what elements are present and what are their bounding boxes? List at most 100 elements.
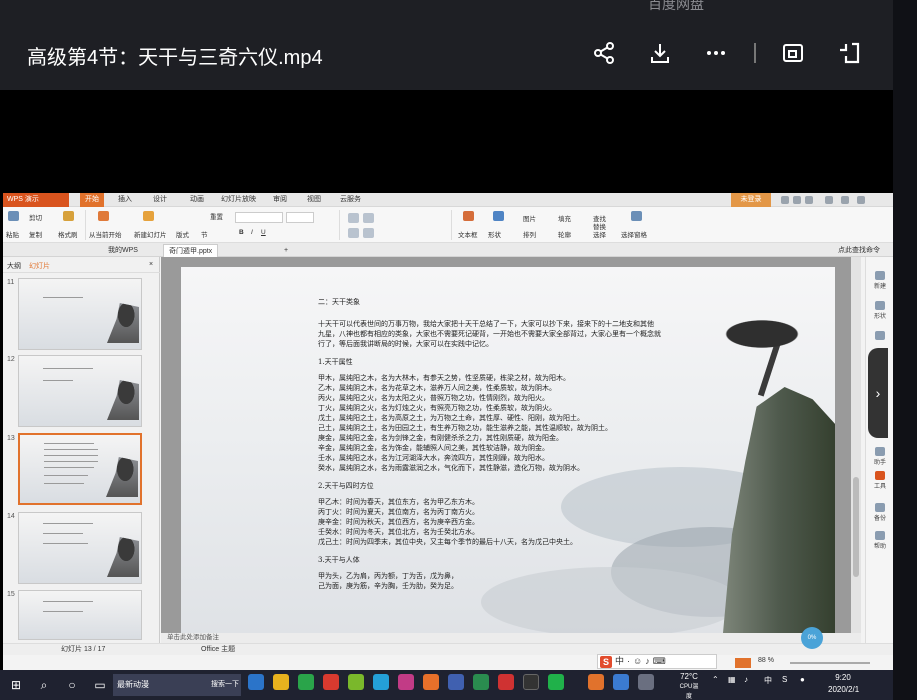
tab-view[interactable]: 视图 bbox=[307, 193, 321, 207]
tab-my-wps[interactable]: 我的WPS bbox=[103, 244, 143, 257]
bold-icon[interactable]: B bbox=[239, 229, 244, 236]
app-icon[interactable] bbox=[373, 674, 389, 690]
wps-app-menu[interactable]: WPS 演示 bbox=[3, 193, 69, 207]
italic-icon[interactable]: I bbox=[251, 229, 253, 236]
tray-up-arrow-icon[interactable]: ⌃ bbox=[712, 675, 719, 684]
close-window-icon[interactable] bbox=[857, 196, 865, 204]
close-panel-icon[interactable]: × bbox=[149, 261, 153, 268]
search-icon[interactable]: ⌕ bbox=[36, 677, 52, 693]
taskbar-app-browser[interactable]: 最新动漫 bbox=[113, 674, 208, 696]
cut-button[interactable]: 剪切 bbox=[29, 212, 42, 222]
select-button[interactable]: 选择 bbox=[593, 229, 606, 239]
textbox-icon[interactable] bbox=[463, 211, 474, 221]
slide-thumbnail-13[interactable] bbox=[18, 433, 142, 505]
tab-design[interactable]: 设计 bbox=[153, 193, 167, 207]
copy-button[interactable]: 复制 bbox=[29, 229, 42, 239]
arrange-button[interactable]: 排列 bbox=[523, 229, 536, 239]
picture-button[interactable]: 图片 bbox=[523, 213, 536, 223]
settings-icon[interactable] bbox=[805, 196, 813, 204]
number-list-icon[interactable] bbox=[363, 213, 374, 223]
new-slide-icon[interactable] bbox=[143, 211, 154, 221]
slide-canvas[interactable]: 二：天干类象 十天干可以代表世间的万事万物，我给大家把十天干总结了一下，大家可以… bbox=[161, 257, 861, 635]
wechat-icon[interactable] bbox=[548, 674, 564, 690]
slide-thumbnail-15[interactable] bbox=[18, 590, 142, 640]
layout-button[interactable]: 版式 bbox=[176, 229, 189, 239]
network-icon[interactable]: ▦ bbox=[728, 675, 736, 684]
task-view-icon[interactable]: ▭ bbox=[92, 677, 108, 693]
rp-shape[interactable]: 形状 bbox=[868, 301, 892, 320]
volume-icon[interactable]: ♪ bbox=[744, 675, 748, 684]
download-icon[interactable] bbox=[645, 38, 675, 68]
rp-item[interactable] bbox=[868, 331, 892, 341]
format-painter-button[interactable]: 格式刷 bbox=[58, 229, 78, 239]
input-language[interactable]: 中 bbox=[764, 675, 772, 686]
minimize-icon[interactable] bbox=[825, 196, 833, 204]
command-search[interactable]: 点此查找命令 bbox=[833, 244, 885, 257]
app-icon[interactable] bbox=[273, 674, 289, 690]
select-pane-icon[interactable] bbox=[631, 211, 642, 221]
format-painter-icon[interactable] bbox=[63, 211, 74, 221]
rp-assistant[interactable]: 助手 bbox=[868, 447, 892, 466]
underline-icon[interactable]: U bbox=[261, 229, 266, 236]
tab-slides[interactable]: 幻灯片 bbox=[29, 261, 50, 271]
font-size-select[interactable] bbox=[286, 212, 314, 223]
app-icon[interactable] bbox=[398, 674, 414, 690]
scrollbar-thumb[interactable] bbox=[853, 477, 859, 577]
taskbar-search-box[interactable]: 搜索一下 bbox=[207, 674, 241, 696]
align-left-icon[interactable] bbox=[348, 228, 359, 238]
app-icon[interactable] bbox=[448, 674, 464, 690]
help-icon[interactable] bbox=[781, 196, 789, 204]
app-icon[interactable] bbox=[298, 674, 314, 690]
wps-taskbar-icon[interactable] bbox=[588, 674, 604, 690]
bullet-list-icon[interactable] bbox=[348, 213, 359, 223]
pip-icon[interactable] bbox=[778, 38, 808, 68]
rp-help[interactable]: 帮助 bbox=[868, 531, 892, 550]
font-name-select[interactable] bbox=[235, 212, 283, 223]
play-from-current-icon[interactable] bbox=[98, 211, 109, 221]
app-icon[interactable] bbox=[423, 674, 439, 690]
rp-tools[interactable]: 工具 bbox=[868, 471, 892, 490]
tab-cloud[interactable]: 云服务 bbox=[340, 193, 361, 207]
rp-backup[interactable]: 备份 bbox=[868, 503, 892, 522]
slide-thumbnail-12[interactable] bbox=[18, 355, 142, 427]
tab-outline[interactable]: 大纲 bbox=[7, 261, 21, 271]
vertical-scrollbar[interactable] bbox=[851, 257, 861, 633]
app-icon[interactable] bbox=[323, 674, 339, 690]
restore-icon[interactable] bbox=[841, 196, 849, 204]
section-button[interactable]: 节 bbox=[201, 229, 208, 239]
new-tab-icon[interactable]: + bbox=[279, 244, 293, 257]
paste-icon[interactable] bbox=[8, 211, 19, 221]
tab-animation[interactable]: 动画 bbox=[190, 193, 204, 207]
share-icon[interactable] bbox=[589, 38, 619, 68]
exit-fullscreen-icon[interactable] bbox=[834, 38, 864, 68]
system-clock[interactable]: 9:20 2020/2/1 bbox=[828, 672, 859, 696]
paste-button[interactable]: 粘贴 bbox=[6, 229, 19, 239]
tab-slideshow[interactable]: 幻灯片放映 bbox=[221, 193, 256, 207]
slideshow-play-button[interactable] bbox=[735, 658, 751, 668]
outline-button[interactable]: 轮廓 bbox=[558, 229, 571, 239]
app-icon[interactable] bbox=[248, 674, 264, 690]
zoom-slider[interactable] bbox=[790, 662, 870, 664]
tab-insert[interactable]: 插入 bbox=[118, 193, 132, 207]
shape-icon[interactable] bbox=[493, 211, 504, 221]
textbox-button[interactable]: 文本框 bbox=[458, 229, 478, 239]
start-icon[interactable]: ⊞ bbox=[8, 677, 24, 693]
tab-review[interactable]: 审阅 bbox=[273, 193, 287, 207]
app-icon[interactable] bbox=[498, 674, 514, 690]
new-slide-button[interactable]: 新建幻灯片 bbox=[134, 229, 167, 239]
notification-badge-icon[interactable]: ● bbox=[800, 675, 805, 684]
shape-button[interactable]: 形状 bbox=[488, 229, 501, 239]
side-collapse-arrow[interactable]: › bbox=[868, 348, 888, 438]
ime-tray-icon[interactable]: S bbox=[782, 675, 787, 684]
more-icon[interactable] bbox=[701, 38, 731, 68]
select-pane-button[interactable]: 选择窗格 bbox=[621, 229, 647, 239]
from-current-button[interactable]: 从当前开始 bbox=[89, 229, 122, 239]
app-icon[interactable] bbox=[348, 674, 364, 690]
slide[interactable]: 二：天干类象 十天干可以代表世间的万事万物，我给大家把十天干总结了一下，大家可以… bbox=[181, 267, 835, 635]
ime-toolbar[interactable]: S 中 · ☺ ♪ ⌨ bbox=[597, 654, 717, 669]
app-icon[interactable] bbox=[638, 674, 654, 690]
qq-icon[interactable] bbox=[523, 674, 539, 690]
slide-thumbnail-11[interactable] bbox=[18, 278, 142, 350]
tab-document-file[interactable]: 奇门遁甲.pptx bbox=[163, 244, 219, 257]
rp-new[interactable]: 新建 bbox=[868, 271, 892, 290]
